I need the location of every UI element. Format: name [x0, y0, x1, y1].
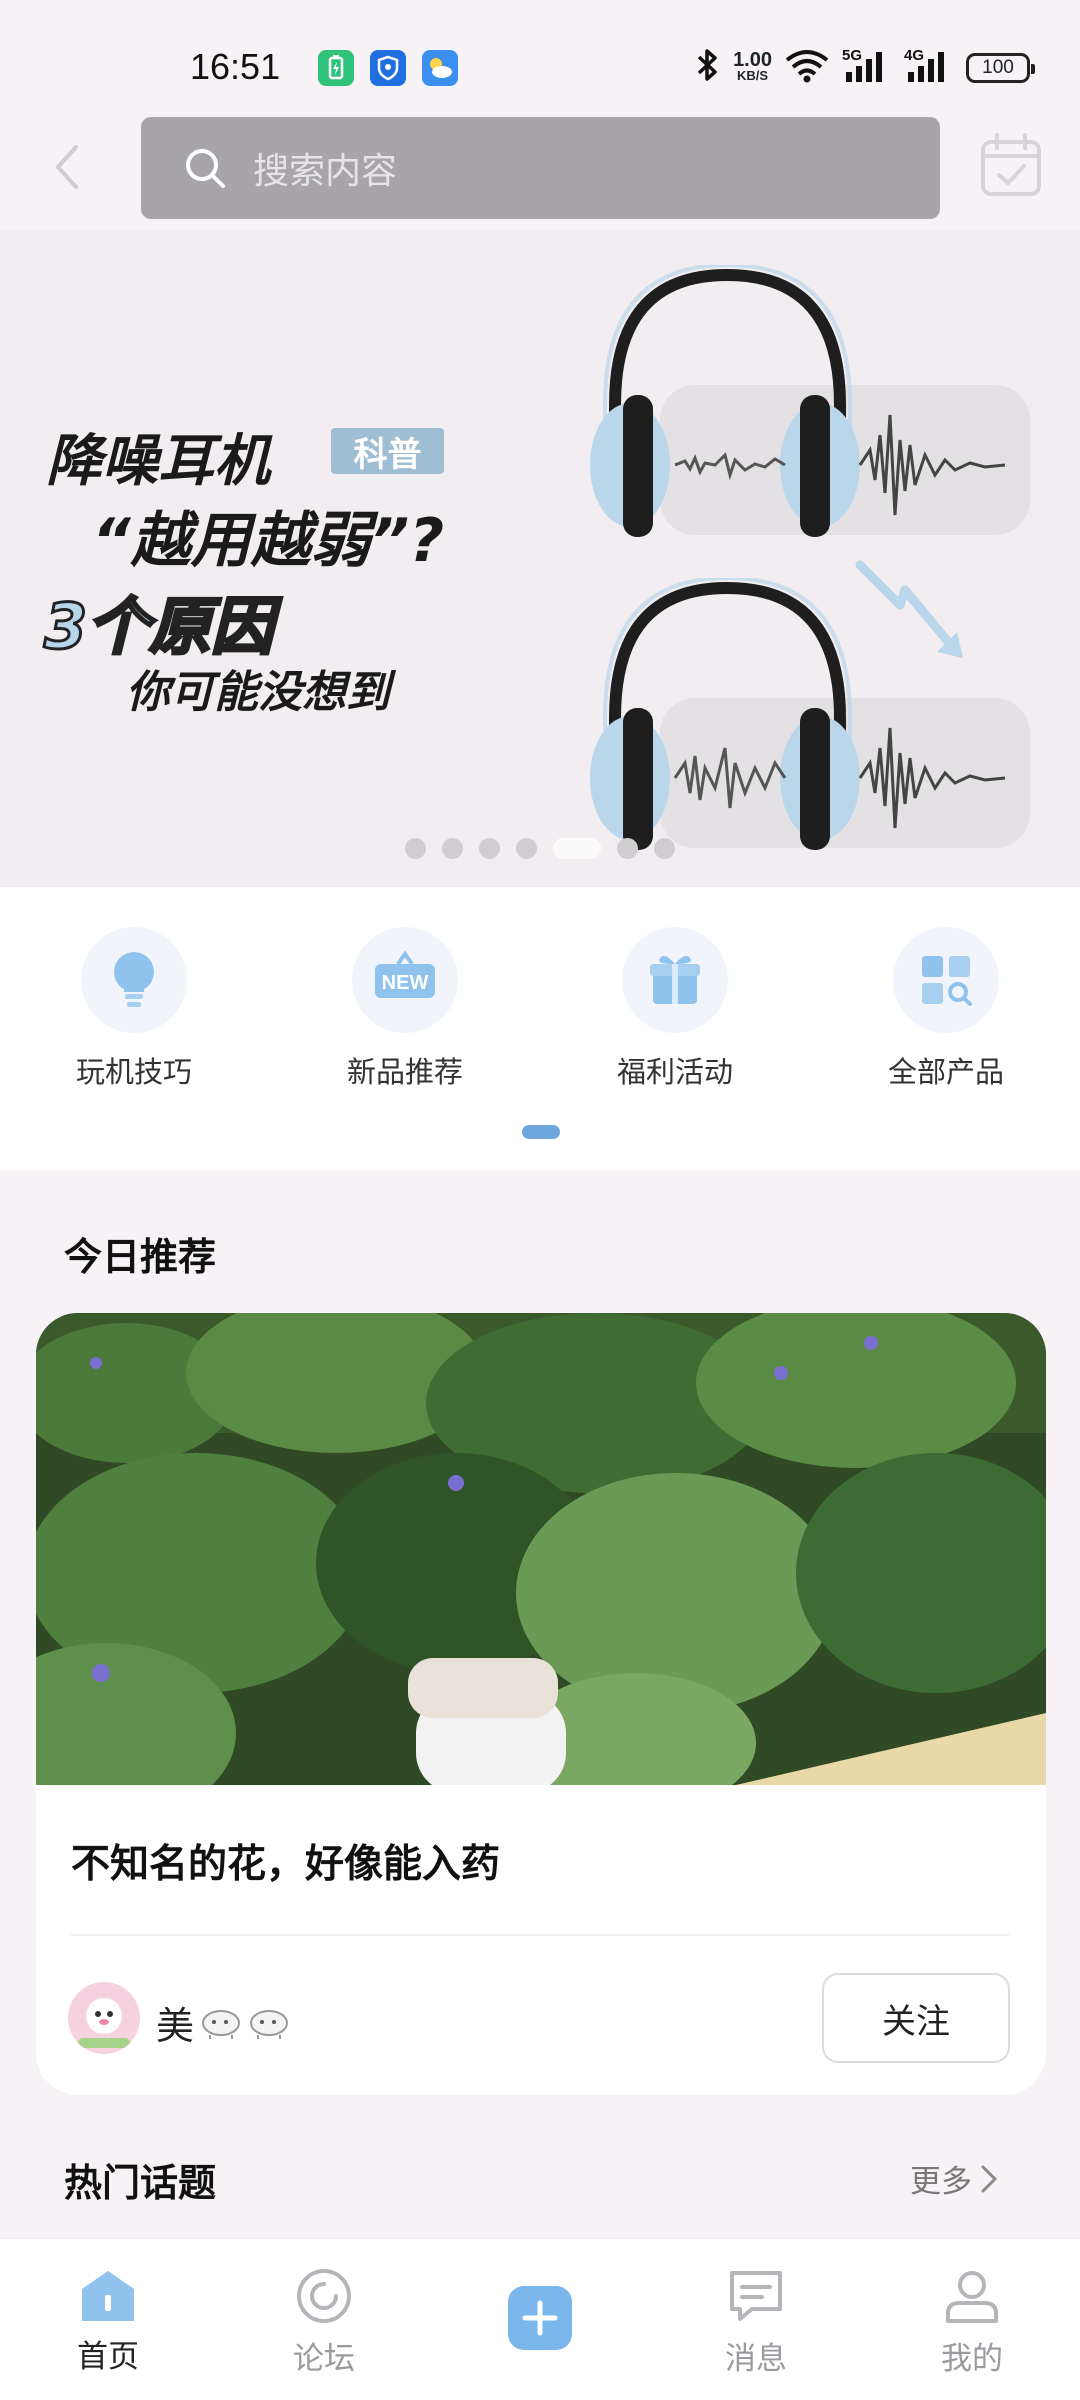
new-badge-icon: NEW [352, 927, 458, 1033]
follow-button[interactable]: 关注 [822, 1973, 1010, 2063]
carousel-dot[interactable] [479, 838, 500, 859]
headphones-waveform-image [590, 265, 1030, 537]
forum-icon [297, 2269, 351, 2323]
svg-text:4G: 4G [904, 47, 924, 64]
calendar-check-button[interactable] [978, 130, 1044, 200]
back-button[interactable] [44, 140, 88, 194]
nav-label: 消息 [725, 2341, 787, 2377]
bluetooth-icon [695, 46, 721, 89]
battery-saver-icon [318, 50, 354, 86]
post-title[interactable]: 不知名的花，好像能入药 [71, 1833, 500, 1889]
lightbulb-icon [81, 927, 187, 1033]
chevron-left-icon [56, 145, 78, 189]
network-speed: 1.00 KB/S [733, 48, 772, 83]
quick-action-label: 福利活动 [616, 1055, 733, 1089]
post-cover-image[interactable] [36, 1313, 1046, 1785]
bottom-nav: 首页 论坛 消息 我的 [0, 2238, 1080, 2400]
recommend-card[interactable]: 不知名的花，好像能入药 美 关注 [36, 1313, 1046, 2095]
weather-icon [422, 50, 458, 86]
svg-text:NEW: NEW [382, 972, 429, 994]
carousel-dot-active[interactable] [553, 838, 601, 859]
status-time: 16:51 [190, 46, 281, 87]
nav-label: 首页 [77, 2339, 139, 2375]
quick-action-new-products[interactable]: NEW 新品推荐 [315, 927, 495, 1091]
banner-line4: 你可能没想到 [126, 667, 390, 718]
sheep-emoji-icon [202, 2009, 241, 2039]
carousel-dot[interactable] [654, 838, 675, 859]
quick-action-label: 新品推荐 [346, 1055, 463, 1089]
banner-line2: “越用越弱”? [92, 506, 445, 576]
banner-line3: 3个原因 [42, 589, 274, 665]
plus-icon [508, 2286, 572, 2350]
wifi-icon [784, 47, 830, 88]
nav-label: 论坛 [293, 2341, 355, 2377]
carousel-dot[interactable] [516, 838, 537, 859]
battery-indicator: 100 [966, 52, 1035, 83]
svg-text:5G: 5G [842, 47, 862, 64]
search-placeholder: 搜索内容 [253, 151, 398, 192]
section-title-today: 今日推荐 [64, 1235, 217, 1279]
nav-messages[interactable]: 消息 [686, 2267, 826, 2378]
quick-action-all-products[interactable]: 全部产品 [856, 927, 1036, 1091]
home-icon [82, 2271, 134, 2321]
quick-action-tips[interactable]: 玩机技巧 [44, 927, 224, 1091]
nav-post-button[interactable] [470, 2285, 610, 2351]
avatar[interactable] [68, 1982, 140, 2054]
nav-profile[interactable]: 我的 [902, 2267, 1042, 2378]
quick-action-label: 玩机技巧 [75, 1055, 192, 1089]
sheep-emoji-icon [250, 2009, 289, 2039]
quick-action-benefits[interactable]: 福利活动 [585, 927, 765, 1091]
carousel-indicator [405, 838, 675, 859]
promo-banner[interactable]: 降噪耳机 科普 “越用越弱”? 3个原因 你可能没想到 [0, 230, 1080, 887]
calendar-check-icon [981, 133, 1041, 196]
status-bar: 16:51 1.00 KB/S 5G 4G 100 [0, 0, 1080, 110]
grid-search-icon [893, 927, 999, 1033]
nav-forum[interactable]: 论坛 [254, 2267, 394, 2378]
gift-icon [622, 927, 728, 1033]
more-link[interactable]: 更多 [910, 2156, 998, 2201]
chevron-right-icon [981, 2165, 997, 2192]
quick-actions: 玩机技巧 NEW 新品推荐 福利活动 全部产品 [0, 887, 1080, 1170]
4g-signal-icon: 4G [904, 46, 954, 89]
carousel-dot[interactable] [442, 838, 463, 859]
quick-action-label: 全部产品 [887, 1055, 1004, 1089]
search-icon [186, 149, 225, 188]
shield-icon [370, 50, 406, 86]
divider [71, 1934, 1009, 1936]
author-name[interactable]: 美 [156, 1995, 290, 2050]
banner-line1: 降噪耳机 [46, 429, 270, 494]
profile-icon [946, 2271, 998, 2323]
message-icon [730, 2271, 782, 2321]
page-indicator [522, 1125, 560, 1139]
nav-label: 我的 [941, 2341, 1003, 2377]
carousel-dot[interactable] [405, 838, 426, 859]
search-bar[interactable]: 搜索内容 [141, 117, 940, 219]
banner-tag: 科普 [331, 428, 444, 475]
carousel-dot[interactable] [617, 838, 638, 859]
section-title-hot-topics: 热门话题 [64, 2161, 217, 2205]
5g-signal-icon: 5G [842, 46, 892, 89]
nav-home[interactable]: 首页 [38, 2267, 178, 2376]
